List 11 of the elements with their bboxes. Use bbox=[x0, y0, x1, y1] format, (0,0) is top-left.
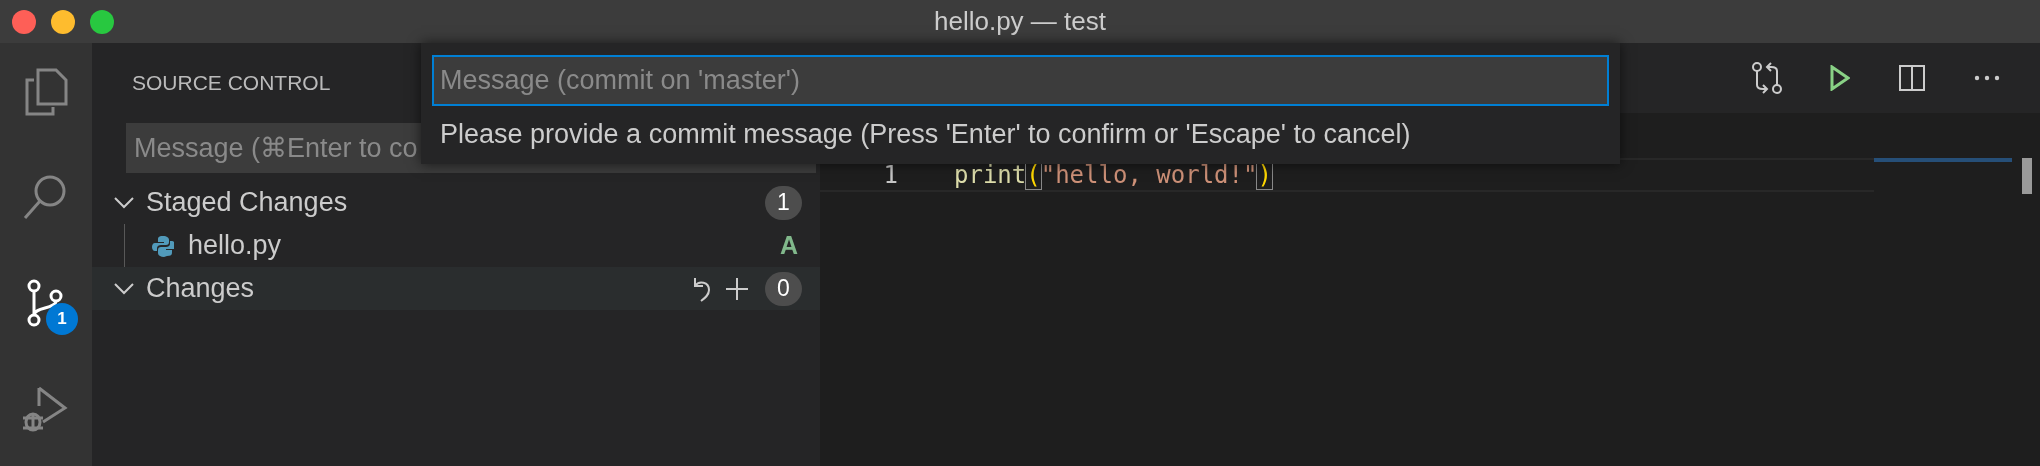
count-badge: 1 bbox=[765, 185, 802, 220]
window-title: hello.py — test bbox=[934, 5, 1106, 38]
file-status: A bbox=[779, 229, 798, 261]
file-name: hello.py bbox=[188, 229, 283, 263]
quick-input-message: Please provide a commit message (Press 'Enter' to confirm or 'Escape' to cancel) bbox=[440, 118, 1412, 151]
group-label: Changes bbox=[146, 272, 256, 306]
line-number: 1 bbox=[882, 160, 898, 191]
group-label: Staged Changes bbox=[146, 186, 349, 220]
sidebar-title: SOURCE CONTROL bbox=[132, 70, 331, 97]
count-badge: 1 bbox=[46, 303, 78, 335]
count-badge: 0 bbox=[765, 271, 802, 306]
